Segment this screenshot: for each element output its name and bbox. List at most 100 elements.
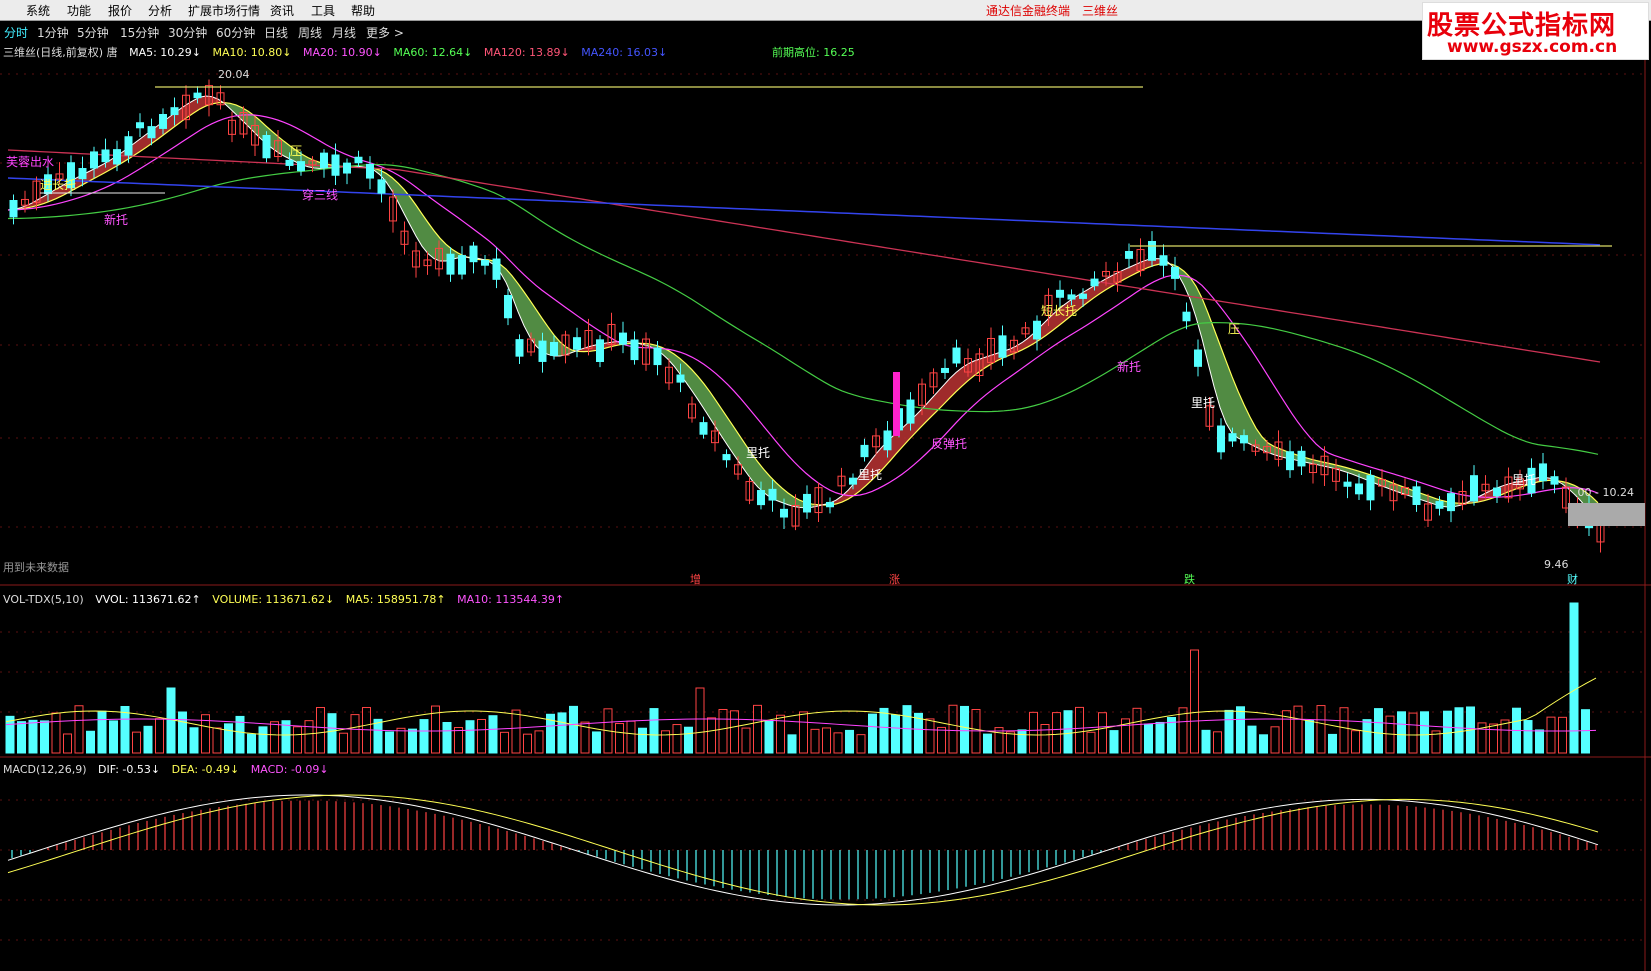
candle-down: [320, 152, 328, 169]
volume-bar-down: [1420, 711, 1429, 754]
candle-down: [860, 444, 869, 458]
ma-band-segment: [1184, 271, 1190, 299]
volume-bar-down: [120, 705, 130, 754]
volume-bar-up: [454, 727, 463, 754]
candle-down: [285, 159, 294, 166]
volume-bar-up: [477, 718, 486, 754]
volume-bar-up: [615, 723, 624, 754]
annotation-furong: 芙蓉出水: [6, 155, 55, 169]
candle-down: [1240, 435, 1248, 444]
candle-down: [331, 154, 340, 176]
annotation-litu-4: 里托: [1512, 473, 1537, 487]
annotation-litu-2: 里托: [858, 468, 883, 482]
mark-cai: 财: [1567, 573, 1578, 586]
candle-down: [550, 341, 558, 356]
candle-down: [90, 151, 98, 169]
annotation-ya-2: 压: [1228, 322, 1241, 336]
candle-down: [1286, 451, 1294, 471]
volume-bar-down: [638, 727, 647, 754]
volume-bar-up: [810, 728, 820, 754]
annotation-litu-3: 里托: [1191, 396, 1216, 410]
volume-bar-up: [1040, 723, 1050, 754]
volume-bar-down: [373, 718, 383, 754]
candle-down: [780, 508, 788, 518]
volume-bar-down: [1017, 729, 1027, 754]
candle-down: [297, 161, 305, 172]
candle-down: [952, 347, 961, 364]
volume-bar-up: [63, 733, 72, 754]
volume-bar-up: [523, 733, 532, 754]
volume-bar-down: [1362, 719, 1372, 754]
candle-down: [1067, 294, 1076, 300]
candle-down: [768, 488, 777, 501]
volume-bar-up: [339, 732, 348, 754]
candle-down: [170, 107, 179, 116]
mark-zeng: 增: [690, 573, 701, 586]
highlight-candle: [893, 372, 900, 436]
candle-down: [159, 114, 167, 129]
candle-down: [1355, 483, 1363, 495]
candle-down: [124, 136, 133, 156]
volume-bar-down: [1224, 709, 1234, 754]
watermark-logo: 股票公式指标网 www.gszx.com.cn: [1422, 2, 1649, 60]
annotation-jinchangtuo: 进长托: [40, 178, 77, 192]
volume-bar-down: [247, 733, 256, 754]
volume-bar-up: [534, 730, 544, 754]
volume-bar-down: [1328, 733, 1337, 754]
candle-down: [1217, 425, 1225, 453]
volume-bar-down: [97, 710, 107, 754]
ma-band-segment: [428, 222, 434, 259]
candle-down: [722, 454, 731, 461]
volume-bar-down: [845, 729, 854, 754]
volume-bar-down: [902, 705, 912, 754]
candle-down: [941, 367, 949, 373]
volume-bar-up: [1029, 711, 1038, 754]
volume-bar-up: [74, 705, 84, 754]
volume-bar-up: [1558, 716, 1567, 754]
candle-down: [1159, 255, 1168, 266]
candle-down: [262, 135, 271, 159]
volume-bar-down: [592, 731, 601, 754]
logo-url: www.gszx.com.cn: [1447, 37, 1618, 57]
candle-down: [1182, 311, 1191, 322]
volume-bar-down: [442, 721, 452, 754]
price-range-box: [1568, 503, 1645, 526]
volume-bar-down: [1523, 720, 1533, 754]
volume-bar-up: [1190, 649, 1199, 754]
volume-bar-up: [1052, 712, 1061, 754]
volume-bar-up: [270, 721, 279, 754]
candle-down: [906, 399, 915, 424]
candle-down: [998, 335, 1007, 358]
volume-bar-down: [1236, 706, 1245, 754]
volume-bar-down: [1305, 719, 1314, 754]
candle-down: [354, 156, 363, 164]
ma10-line: [7, 101, 1599, 506]
volume-bar-up: [1500, 719, 1510, 754]
candle-down: [1090, 278, 1099, 287]
volume-bar-up: [1132, 707, 1142, 754]
candle-down: [1125, 250, 1133, 259]
volume-bar-down: [1535, 729, 1544, 754]
volume-bar-up: [1408, 712, 1418, 754]
volume-bar-up: [661, 730, 670, 754]
ma20-line: [7, 114, 1599, 498]
volume-bar-up: [1339, 707, 1349, 754]
volume-bar-down: [1247, 725, 1257, 754]
volume-bar-up: [1293, 705, 1303, 754]
volume-bar-down: [879, 707, 889, 754]
candle-down: [492, 258, 501, 280]
candle-down: [596, 339, 604, 362]
candle-down: [101, 149, 110, 163]
candle-down: [619, 332, 627, 345]
volume-bar-down: [178, 711, 187, 754]
volume-bar-up: [672, 724, 682, 754]
range-label: .00 - 10.24: [1574, 486, 1634, 499]
volume-bar-up: [695, 687, 705, 754]
candle-down: [366, 163, 374, 179]
volume-bar-down: [109, 720, 118, 754]
volume-bar-up: [1489, 723, 1498, 754]
high-price-label: 20.04: [218, 68, 250, 81]
ma-band-segment: [1220, 344, 1226, 423]
chart-canvas[interactable]: [0, 0, 1651, 971]
mark-die: 跌: [1184, 573, 1195, 586]
